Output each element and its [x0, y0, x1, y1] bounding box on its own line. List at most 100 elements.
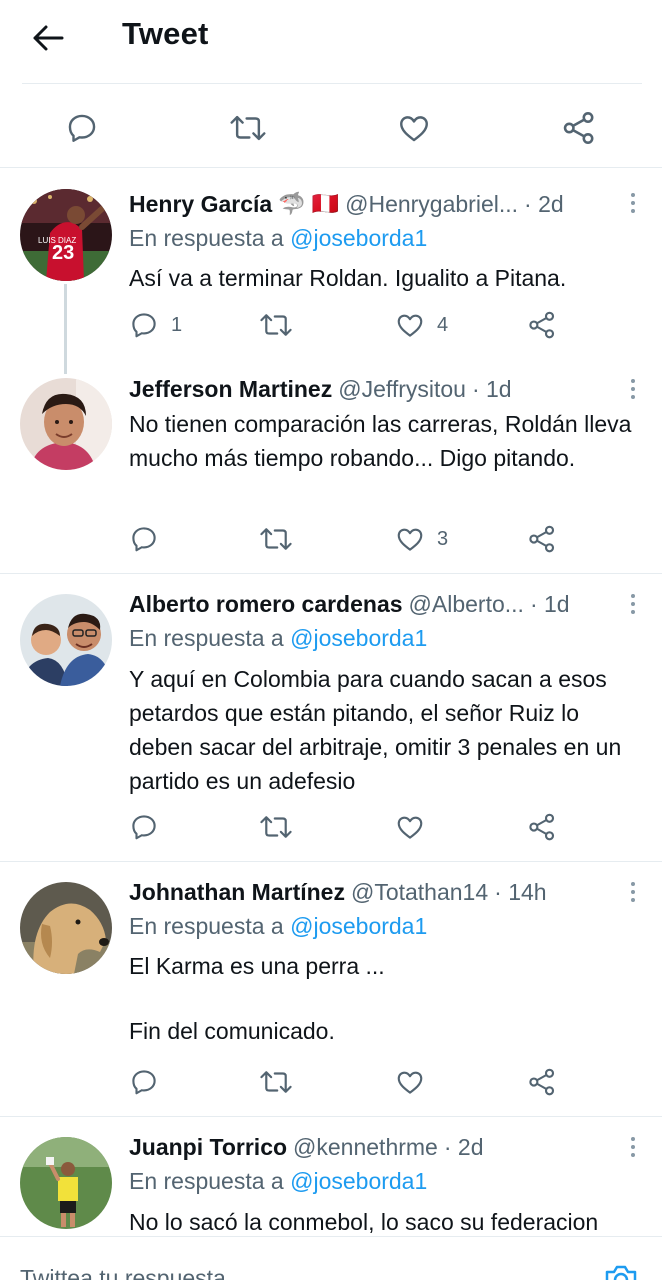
like-count: 3	[437, 527, 449, 550]
author-name[interactable]: Juanpi Torrico	[129, 1134, 287, 1161]
share-icon[interactable]	[559, 108, 599, 148]
share-button[interactable]	[527, 1065, 557, 1099]
author-handle[interactable]: @Henrygabriel...	[345, 191, 518, 218]
author-name[interactable]: Jefferson Martinez	[129, 376, 332, 403]
like-button[interactable]	[395, 810, 425, 844]
author-handle[interactable]: @Alberto...	[409, 591, 524, 618]
more-options-icon[interactable]	[626, 589, 640, 619]
tweet-actions	[129, 810, 569, 844]
author-emoji: 🦈 🇵🇪	[278, 191, 340, 216]
mention-link[interactable]: @joseborda1	[290, 625, 427, 651]
reply-button[interactable]	[129, 1065, 159, 1099]
retweet-icon	[260, 314, 292, 336]
tweet-header: Alberto romero cardenas @Alberto... · 1d	[129, 588, 622, 620]
reply-to-label: En respuesta a	[129, 625, 291, 651]
reply-tweet-jefferson[interactable]: Jefferson Martinez @Jeffrysitou · 1d No …	[0, 360, 662, 574]
mention-link[interactable]: @joseborda1	[290, 1168, 427, 1194]
like-button[interactable]: 4	[395, 308, 448, 342]
tweet-time: · 1d	[529, 590, 570, 617]
page-title: Tweet	[122, 16, 209, 51]
reply-icon[interactable]	[62, 108, 102, 148]
reply-to-label: En respuesta a	[129, 225, 291, 251]
more-options-icon[interactable]	[626, 877, 640, 907]
tweet-time: · 2d	[524, 190, 564, 217]
mention-link[interactable]: @joseborda1	[290, 913, 427, 939]
avatar[interactable]: 23 LUIS DIAZ	[20, 189, 112, 281]
svg-text:23: 23	[52, 242, 74, 264]
reply-context: En respuesta a @joseborda1	[129, 1168, 427, 1195]
share-icon	[529, 311, 555, 339]
retweet-icon[interactable]	[228, 108, 268, 148]
reply-button[interactable]: 1	[129, 308, 182, 342]
top-app-bar: Tweet	[0, 0, 662, 84]
svg-text:LUIS DIAZ: LUIS DIAZ	[38, 236, 76, 245]
like-heart-icon	[397, 314, 423, 337]
reply-tweet-alberto[interactable]: Alberto romero cardenas @Alberto... · 1d…	[0, 574, 662, 862]
header-divider	[22, 83, 642, 84]
reply-context: En respuesta a @joseborda1	[129, 913, 427, 940]
retweet-button[interactable]	[259, 522, 293, 556]
reply-context: En respuesta a @joseborda1	[129, 625, 427, 652]
like-heart-icon	[397, 1071, 423, 1094]
reply-icon	[132, 527, 156, 552]
retweet-button[interactable]	[259, 308, 293, 342]
like-count: 4	[437, 313, 449, 336]
share-button[interactable]	[527, 810, 557, 844]
retweet-icon	[260, 816, 292, 838]
like-heart-icon[interactable]	[394, 108, 434, 148]
avatar[interactable]	[20, 378, 112, 470]
more-options-icon[interactable]	[626, 1132, 640, 1162]
author-handle[interactable]: @kennethrme	[293, 1134, 438, 1161]
tweet-text: No lo sacó la conmebol, lo saco su feder…	[129, 1209, 599, 1235]
avatar[interactable]	[20, 882, 112, 974]
tweet-actions: 1 4	[129, 308, 569, 342]
reply-count: 1	[171, 313, 183, 336]
back-arrow-icon[interactable]	[26, 20, 70, 56]
retweet-icon	[260, 1071, 292, 1093]
reply-icon	[132, 815, 156, 840]
retweet-icon	[260, 528, 292, 550]
author-name[interactable]: Alberto romero cardenas	[129, 591, 403, 618]
like-heart-icon	[397, 528, 423, 551]
like-heart-icon	[397, 816, 423, 839]
reply-tweet-johnathan[interactable]: Johnathan Martínez @Totathan14 · 14h En …	[0, 862, 662, 1117]
reply-tweet-henry[interactable]: 23 LUIS DIAZ Henry García 🦈 🇵🇪 @Henrygab…	[0, 168, 662, 374]
author-handle[interactable]: @Totathan14	[351, 879, 488, 906]
more-options-icon[interactable]	[626, 374, 640, 404]
camera-icon[interactable]	[603, 1263, 639, 1280]
tweet-text: El Karma es una perra ... Fin del comuni…	[129, 953, 385, 1044]
avatar[interactable]	[20, 594, 112, 686]
reply-button[interactable]	[129, 810, 159, 844]
share-button[interactable]	[527, 522, 557, 556]
author-name[interactable]: Johnathan Martínez	[129, 879, 345, 906]
reply-to-label: En respuesta a	[129, 913, 291, 939]
tweet-header: Juanpi Torrico @kennethrme · 2d	[129, 1131, 622, 1163]
reply-icon	[132, 1070, 156, 1095]
tweet-time: · 1d	[471, 375, 512, 402]
share-icon	[529, 813, 555, 841]
tweet-text: Así va a terminar Roldan. Igualito a Pit…	[129, 265, 567, 291]
more-options-icon[interactable]	[626, 188, 640, 218]
like-button[interactable]: 3	[395, 522, 448, 556]
tweet-time: · 14h	[494, 878, 547, 905]
retweet-button[interactable]	[259, 810, 293, 844]
mention-link[interactable]: @joseborda1	[290, 225, 427, 251]
author-handle[interactable]: @Jeffrysitou	[338, 376, 466, 403]
retweet-button[interactable]	[259, 1065, 293, 1099]
reply-tweet-juanpi[interactable]: Juanpi Torrico @kennethrme · 2d En respu…	[0, 1117, 662, 1237]
share-icon	[529, 1068, 555, 1096]
tweet-header: Henry García 🦈 🇵🇪 @Henrygabriel... · 2d	[129, 188, 622, 220]
reply-context: En respuesta a @joseborda1	[129, 225, 427, 252]
author-name[interactable]: Henry García	[129, 191, 272, 218]
reply-input[interactable]	[20, 1263, 540, 1280]
tweet-text: No tienen comparación las carreras, Rold…	[129, 411, 632, 471]
tweet-actions	[129, 1065, 569, 1099]
share-button[interactable]	[527, 308, 557, 342]
reply-button[interactable]	[129, 522, 159, 556]
tweet-header: Jefferson Martinez @Jeffrysitou · 1d	[129, 373, 622, 405]
tweet-header: Johnathan Martínez @Totathan14 · 14h	[129, 876, 622, 908]
reply-composer-bar	[0, 1236, 662, 1280]
reply-icon	[132, 313, 156, 338]
avatar[interactable]	[20, 1137, 112, 1229]
like-button[interactable]	[395, 1065, 425, 1099]
